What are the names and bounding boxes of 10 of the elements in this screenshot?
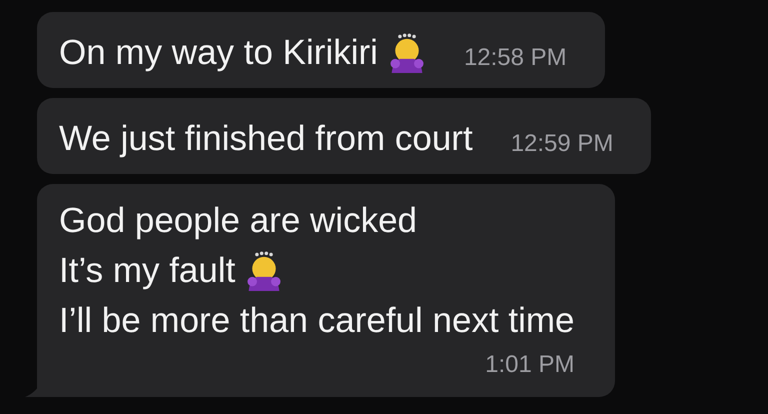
message-text: I’ll be more than careful next time: [59, 300, 575, 342]
message-text: We just finished from court: [59, 118, 473, 160]
person-icon: [388, 33, 426, 73]
message-time: 12:58 PM: [464, 44, 567, 73]
message-time: 12:59 PM: [510, 130, 614, 159]
message-text: God people are wicked: [59, 200, 417, 242]
message-text: It’s my fault: [59, 250, 236, 292]
message-time: 1:01 PM: [485, 351, 575, 380]
person-icon: [245, 251, 284, 291]
message-text: On my way to Kirikiri: [59, 32, 378, 74]
